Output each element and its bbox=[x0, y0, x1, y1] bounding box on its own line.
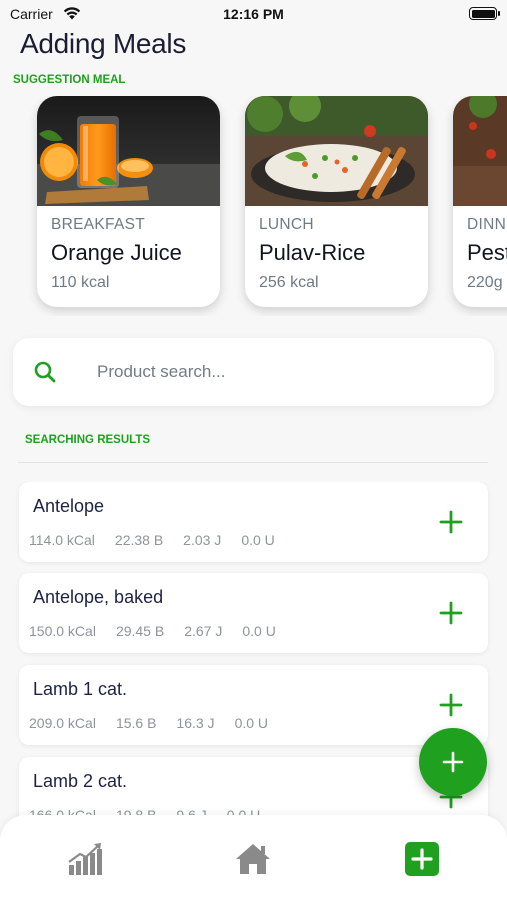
suggestion-card-dinner[interactable]: DINNER Pesto 220g bbox=[453, 96, 507, 307]
results-section-label: SEARCHING RESULTS bbox=[25, 434, 151, 446]
plus-icon bbox=[442, 751, 464, 773]
add-item-button[interactable] bbox=[438, 692, 464, 718]
dinner-photo bbox=[453, 96, 507, 206]
suggestion-card-lunch[interactable]: LUNCH Pulav-Rice 256 kcal bbox=[245, 96, 428, 307]
macros: 150.0 kCal 29.45 B 2.67 J 0.0 U bbox=[29, 623, 296, 639]
meal-type-label: LUNCH bbox=[259, 216, 314, 233]
macros: 114.0 kCal 22.38 B 2.03 J 0.0 U bbox=[29, 532, 295, 548]
kcal-value: 150.0 kCal bbox=[29, 623, 96, 639]
search-box[interactable] bbox=[13, 338, 494, 406]
bottom-nav bbox=[0, 815, 507, 900]
nav-add[interactable] bbox=[402, 839, 442, 879]
food-name: Lamb 1 cat. bbox=[33, 679, 128, 699]
u-value: 0.0 U bbox=[234, 715, 269, 731]
orange-juice-photo bbox=[37, 96, 220, 206]
j-value: 2.03 J bbox=[183, 532, 222, 548]
battery-icon bbox=[469, 7, 500, 20]
meal-kcal: 110 kcal bbox=[51, 274, 110, 291]
u-value: 0.0 U bbox=[242, 623, 276, 639]
meal-kcal: 256 kcal bbox=[259, 274, 319, 291]
kcal-value: 114.0 kCal bbox=[29, 532, 95, 548]
j-value: 2.67 J bbox=[184, 623, 223, 639]
macros: 209.0 kCal 15.6 B 16.3 J 0.0 U bbox=[29, 715, 288, 731]
meal-name: Orange Juice bbox=[51, 240, 182, 265]
meal-kcal: 220g bbox=[467, 274, 503, 291]
result-row[interactable]: Antelope, baked 150.0 kCal 29.45 B 2.67 … bbox=[19, 573, 488, 653]
add-meal-fab[interactable] bbox=[419, 728, 487, 796]
meal-type-label: BREAKFAST bbox=[51, 216, 146, 233]
chart-icon bbox=[68, 843, 102, 875]
nav-home[interactable] bbox=[233, 839, 273, 879]
rice-dish-photo bbox=[245, 96, 428, 206]
plus-icon bbox=[439, 601, 463, 625]
plus-icon bbox=[439, 510, 463, 534]
suggestion-carousel[interactable]: BREAKFAST Orange Juice 110 kcal LUNCH Pu… bbox=[0, 96, 507, 316]
result-row[interactable]: Antelope 114.0 kCal 22.38 B 2.03 J 0.0 U bbox=[19, 482, 488, 562]
meal-name: Pulav-Rice bbox=[259, 240, 366, 265]
search-icon[interactable] bbox=[33, 360, 57, 389]
b-value: 29.45 B bbox=[115, 623, 165, 639]
home-icon bbox=[236, 844, 270, 874]
clock: 12:16 PM bbox=[223, 6, 284, 22]
suggestion-card-breakfast[interactable]: BREAKFAST Orange Juice 110 kcal bbox=[37, 96, 220, 307]
result-row[interactable]: Lamb 1 cat. 209.0 kCal 15.6 B 16.3 J 0.0… bbox=[19, 665, 488, 745]
food-name: Antelope bbox=[33, 496, 105, 516]
meal-name: Pesto bbox=[467, 240, 507, 265]
search-input[interactable] bbox=[97, 356, 477, 388]
status-bar: Carrier 12:16 PM bbox=[0, 0, 507, 28]
suggestion-section-label: SUGGESTION MEAL bbox=[13, 74, 126, 86]
add-item-button[interactable] bbox=[438, 509, 464, 535]
meal-type-label: DINNER bbox=[467, 216, 507, 233]
add-item-button[interactable] bbox=[438, 600, 464, 626]
food-name: Antelope, baked bbox=[33, 587, 164, 607]
page-title: Adding Meals bbox=[20, 28, 187, 59]
nav-stats[interactable] bbox=[65, 839, 105, 879]
kcal-value: 209.0 kCal bbox=[29, 715, 96, 731]
result-row[interactable]: Lamb 2 cat. 166.0 kCal 19.8 B 9.6 J 0.0 … bbox=[19, 757, 488, 822]
b-value: 22.38 B bbox=[114, 532, 164, 548]
j-value: 16.3 J bbox=[176, 715, 215, 731]
plus-icon bbox=[439, 693, 463, 717]
food-name: Lamb 2 cat. bbox=[33, 771, 128, 791]
b-value: 15.6 B bbox=[115, 715, 157, 731]
u-value: 0.0 U bbox=[241, 532, 275, 548]
divider bbox=[18, 462, 488, 463]
add-square-icon bbox=[405, 842, 439, 876]
